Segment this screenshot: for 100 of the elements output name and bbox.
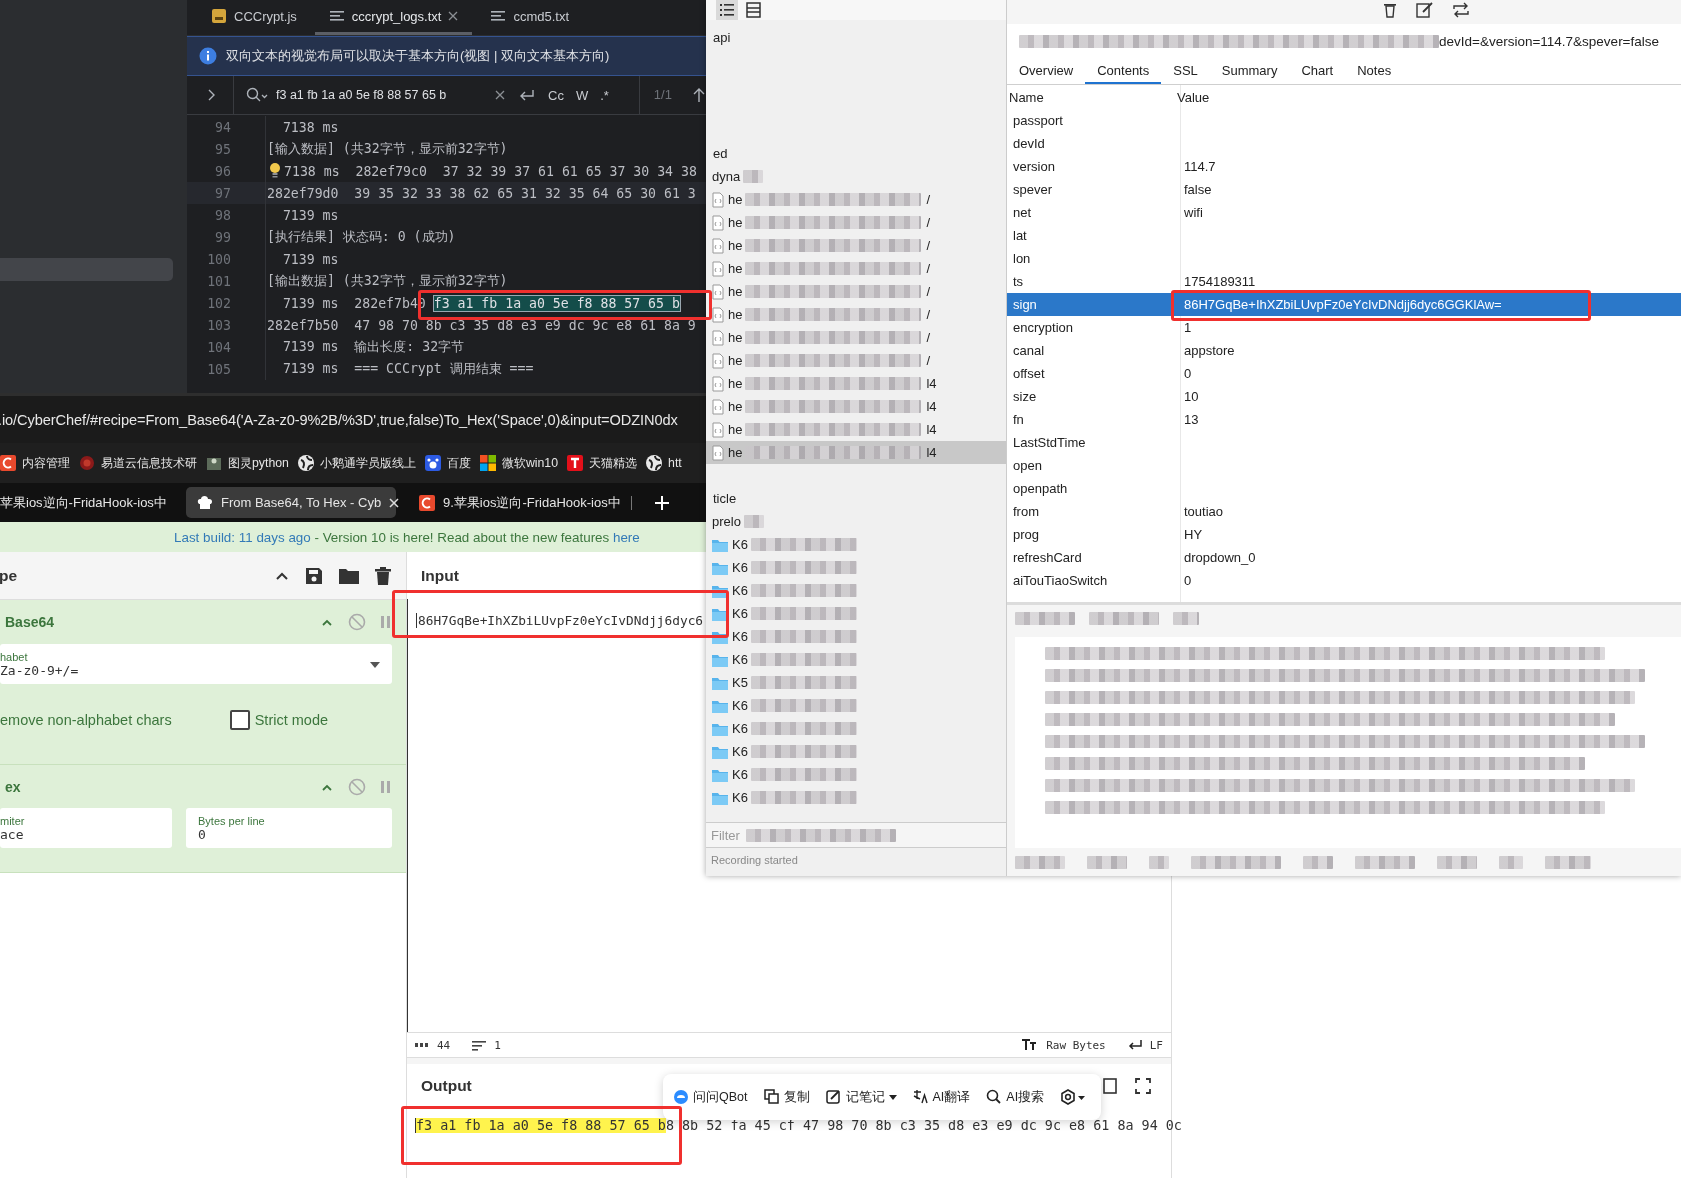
tree-item[interactable]: ticle <box>706 487 1006 510</box>
code-line: 282ef79d0 39 35 32 33 38 62 65 31 32 35 64 65 30 61 3 <box>267 185 696 201</box>
tree-item[interactable]: he / <box>706 280 1006 303</box>
input-field[interactable]: miter ace <box>0 808 172 848</box>
selected-row[interactable]: sign 86H7GqBe+IhXZbiLUvpFz0eYcIvDNdjj6dyc6GGKlAw= <box>1007 293 1681 316</box>
table-cell-text: open <box>1012 458 1043 473</box>
toolbar-button[interactable]: AI搜索 <box>986 1088 1045 1106</box>
tab[interactable]: Summary <box>1209 58 1290 84</box>
banner-link[interactable]: Last build: 11 days ago <box>174 529 311 545</box>
bookmark[interactable]: 天猫精选 <box>566 454 638 472</box>
bookmark[interactable]: 微软win10 <box>478 454 559 472</box>
code-line: [输入数据] (共32字节，显示前32字节) <box>267 140 508 158</box>
file-tab[interactable]: ccmd5.txt <box>476 0 584 35</box>
status-text: Recording started <box>710 854 799 866</box>
tree-item[interactable]: he / <box>706 257 1006 280</box>
table-cell-text: size <box>1012 389 1038 404</box>
tree-item[interactable]: he / <box>706 326 1006 349</box>
tree-item[interactable]: K6 <box>706 579 1006 602</box>
file-tab[interactable]: CCCrypt.js <box>197 0 311 35</box>
table-cell-text: false <box>1183 182 1212 197</box>
tab[interactable]: Notes <box>1345 58 1404 84</box>
tree-item[interactable]: he / <box>706 234 1006 257</box>
search-field[interactable]: f3 a1 fb 1a a0 5e f8 88 57 65 b <box>234 87 482 103</box>
toolbar-button[interactable]: AI翻译 <box>912 1088 971 1106</box>
column-header[interactable]: Name <box>1009 89 1177 105</box>
bookmark[interactable]: 小鹅通学员版线上 <box>296 454 416 472</box>
browser-tab[interactable]: From Base64, To Hex - Cyb <box>186 487 396 518</box>
bookmark[interactable]: 易道云信息技术研 <box>78 454 197 472</box>
tree-item[interactable]: K6 <box>706 533 1006 556</box>
match-count: 1/1 <box>638 76 680 114</box>
tree-item[interactable]: he l4 <box>706 395 1006 418</box>
toggle-option[interactable]: W <box>575 87 589 103</box>
code-line: [输出数据] (共32字节，显示前32字节) <box>267 272 508 290</box>
tree-item[interactable]: he l4 <box>706 441 1006 464</box>
input-text[interactable]: 86H7GqBe+IhXZbiLUvpFz0eYcIvDNdjj6dyc6 <box>416 613 704 628</box>
toolbar-button[interactable]: 复制 <box>763 1088 810 1106</box>
banner-link[interactable]: here <box>612 529 640 545</box>
toolbar-button[interactable]: 记笔记 <box>825 1088 897 1106</box>
table-cell-text: 86H7GqBe+IhXZbiLUvpFz0eYcIvDNdjj6dyc6GGKlAw= <box>1183 297 1502 312</box>
table-cell-text: prog <box>1012 527 1041 542</box>
table-cell-text: LastStdTime <box>1012 435 1087 450</box>
tree-item[interactable]: K6 <box>706 556 1006 579</box>
tree-item[interactable]: he l4 <box>706 418 1006 441</box>
line-number: 96 <box>214 163 231 179</box>
tree-item[interactable]: he / <box>706 303 1006 326</box>
tree-item[interactable]: he / <box>706 211 1006 234</box>
line-number: 100 <box>206 251 231 267</box>
table-cell-text: canal <box>1012 343 1046 358</box>
line-number: 95 <box>214 141 231 157</box>
tree-item[interactable]: api <box>706 26 1006 49</box>
dropdown-field[interactable]: habet Za-z0-9+/= <box>0 644 392 684</box>
table-cell-text: sign <box>1012 297 1038 312</box>
code-line: 7138 ms 282ef79c0 37 32 39 37 61 61 65 37 30 34 38 <box>284 163 697 179</box>
tab[interactable]: Overview <box>1007 58 1086 84</box>
code-line: 7139 ms 输出长度: 32字节 <box>281 338 465 356</box>
column-header[interactable]: Value <box>1177 89 1345 105</box>
tree-item[interactable]: he / <box>706 188 1006 211</box>
info-message: 双向文本的视觉布局可以取决于基本方向(视图 | 双向文本基本方向) <box>226 47 610 65</box>
bookmark[interactable]: 百度 <box>423 454 471 472</box>
tree-item[interactable]: ed <box>706 142 1006 165</box>
option-label: emove non-alphabet chars <box>0 712 172 728</box>
tree-item[interactable]: K6 <box>706 740 1006 763</box>
input-field[interactable]: Bytes per line 0 <box>186 808 392 848</box>
tab[interactable]: SSL <box>1161 58 1210 84</box>
bookmark[interactable]: 内容管理 <box>0 454 70 472</box>
bookmark[interactable]: 图灵python <box>205 454 289 472</box>
operation-name: Base64 <box>4 614 55 630</box>
tree-item[interactable]: K6 <box>706 602 1006 625</box>
table-cell-text: net <box>1012 205 1033 220</box>
table-cell-text: 1 <box>1183 320 1192 335</box>
tab[interactable]: Chart <box>1289 58 1346 84</box>
tree-item[interactable]: dyna <box>706 165 1006 188</box>
table-cell-text: 1754189311 <box>1183 274 1256 289</box>
tree-item[interactable]: K5 <box>706 671 1006 694</box>
browser-tab[interactable]: 苹果ios逆向-FridaHook-ios中 <box>0 487 178 518</box>
tree-item[interactable]: he l4 <box>706 372 1006 395</box>
tree-item[interactable]: K6 <box>706 717 1006 740</box>
tree-item[interactable]: K6 <box>706 763 1006 786</box>
strict-mode-checkbox[interactable]: Strict mode <box>229 710 329 730</box>
tree-item[interactable]: prelo <box>706 510 1006 533</box>
line-number: 105 <box>206 361 231 377</box>
line-number: 101 <box>206 273 231 289</box>
table-cell-text: lat <box>1012 228 1028 243</box>
toggle-option[interactable]: .* <box>600 87 609 103</box>
tree-item[interactable]: K6 <box>706 694 1006 717</box>
tree-item[interactable]: K6 <box>706 786 1006 809</box>
table-cell-text: lon <box>1012 251 1032 266</box>
table-cell-text: 10 <box>1183 389 1199 404</box>
browser-tab[interactable]: 9.苹果ios逆向-FridaHook-ios中 <box>408 487 631 518</box>
tree-item[interactable]: he / <box>706 349 1006 372</box>
table-cell-text: offset <box>1012 366 1046 381</box>
tree-item[interactable]: K6 <box>706 625 1006 648</box>
line-ending-label[interactable]: LF <box>1149 1038 1163 1052</box>
bookmark[interactable]: htt <box>645 454 682 472</box>
tree-item[interactable]: K6 <box>706 648 1006 671</box>
table-cell-text: aiTouTiaoSwitch <box>1012 573 1109 588</box>
toggle-option[interactable]: Cc <box>548 87 564 103</box>
toolbar-button[interactable]: 问问QBot <box>673 1088 748 1106</box>
encoding-label[interactable]: Raw Bytes <box>1046 1038 1106 1052</box>
panel-title: Output <box>421 1077 472 1095</box>
